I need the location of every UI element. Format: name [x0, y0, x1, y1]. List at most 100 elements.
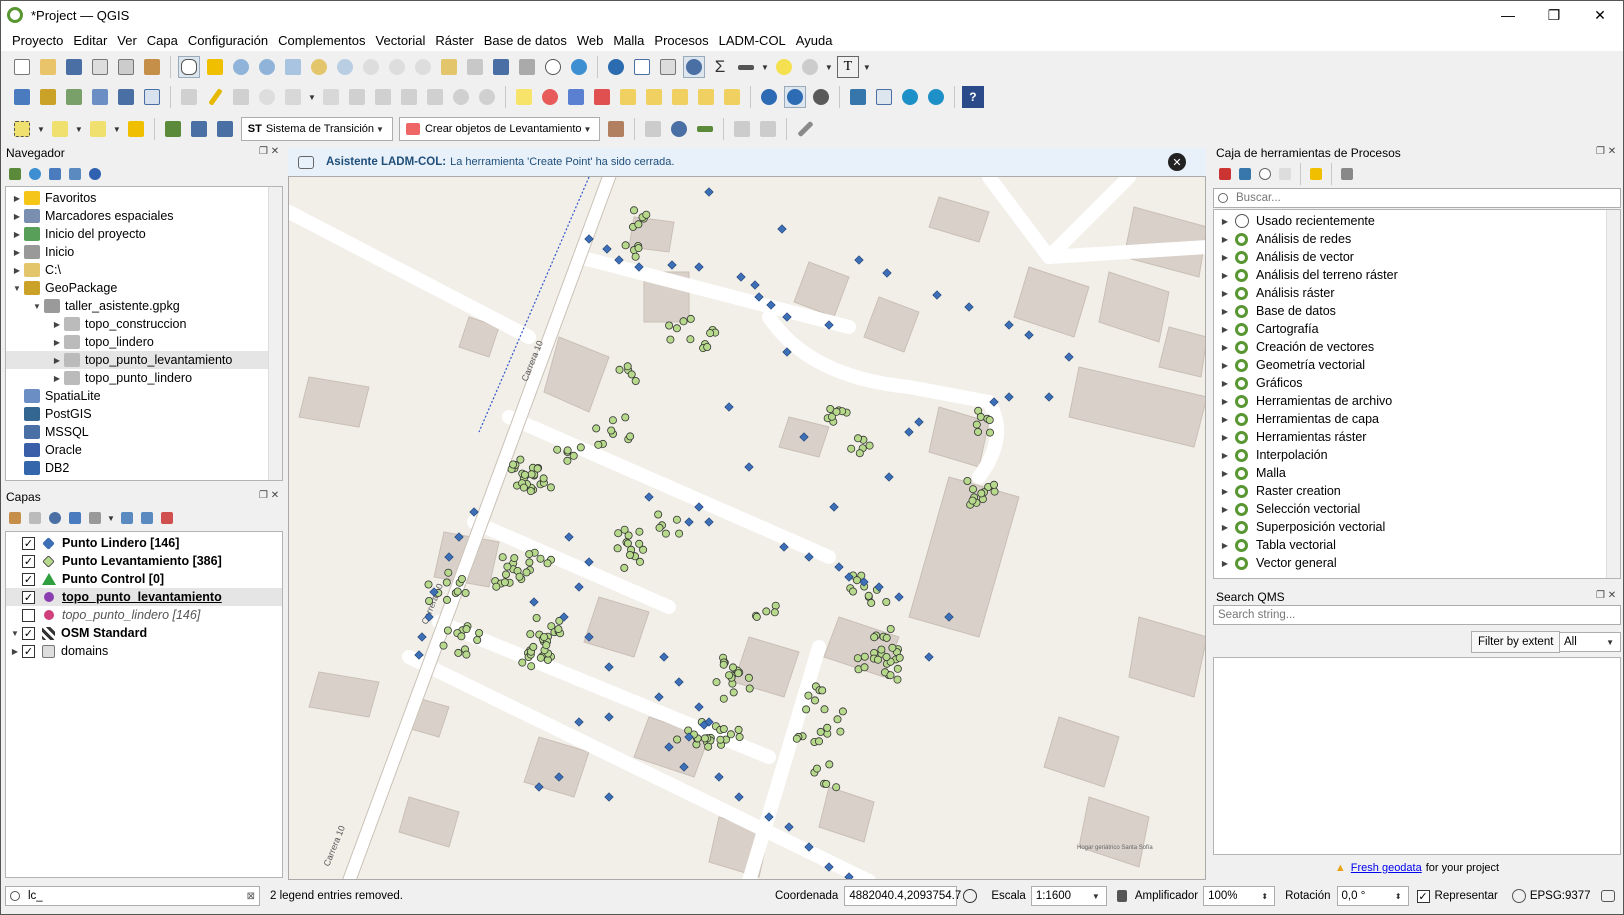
ladm-db-icon[interactable]	[162, 118, 184, 140]
wrench-icon[interactable]	[794, 118, 816, 140]
processing-provider-item[interactable]: ▶ Herramientas de archivo	[1214, 392, 1620, 410]
add-layer-icon[interactable]	[7, 163, 23, 185]
vertex-check-icon[interactable]	[694, 118, 716, 140]
map-canvas[interactable]: Carrera 10 Carrera 10 Carrera 10 Hogar g…	[288, 176, 1206, 880]
undo-icon[interactable]	[450, 86, 472, 108]
layer-item[interactable]: ✓ Punto Levantamiento [386]	[6, 552, 282, 570]
layer-item[interactable]: ✓ topo_punto_levantamiento	[6, 588, 282, 606]
processing-expand-arrow-icon[interactable]: ▶	[1218, 469, 1232, 478]
select-by-location-icon[interactable]	[799, 56, 821, 78]
expand-arrow-icon[interactable]: ▼	[30, 302, 44, 311]
menu-item-10[interactable]: Malla	[608, 33, 649, 48]
processing-expand-arrow-icon[interactable]: ▶	[1218, 451, 1232, 460]
layers-tree[interactable]: ✓ Punto Lindero [146] ✓ Punto Levantamiento…	[5, 531, 283, 878]
rotation-field[interactable]: 0,0 ° ⬍	[1336, 886, 1409, 906]
layer-visibility-checkbox[interactable]: ✓	[22, 554, 35, 568]
save-project-icon[interactable]	[63, 56, 85, 78]
processing-provider-item[interactable]: ▶ Análisis ráster	[1214, 284, 1620, 302]
copy-layer-icon[interactable]	[731, 118, 753, 140]
locator-input[interactable]: lc_ ⊠	[5, 886, 260, 906]
new-spatialite-layer-icon[interactable]	[89, 86, 111, 108]
navigator-item[interactable]: ▶ topo_lindero	[6, 333, 282, 351]
pin-labels-icon[interactable]	[617, 86, 639, 108]
processing-expand-arrow-icon[interactable]: ▶	[1218, 253, 1232, 262]
zoom-last-icon[interactable]	[386, 56, 408, 78]
python-scripts-icon[interactable]	[1237, 163, 1253, 185]
results-viewer-icon[interactable]	[1277, 163, 1293, 185]
render-checkbox[interactable]: ✓	[1416, 889, 1430, 903]
map-svg[interactable]: Carrera 10 Carrera 10 Carrera 10 Hogar g…	[289, 177, 1206, 880]
crs-label[interactable]: EPSG:9377	[1530, 890, 1591, 902]
navigator-item[interactable]: ▶ C:\	[6, 261, 282, 279]
processing-expand-arrow-icon[interactable]: ▶	[1218, 343, 1232, 352]
cut-features-icon[interactable]	[372, 86, 394, 108]
new-map-view-icon[interactable]	[438, 56, 460, 78]
qms-dock-button[interactable]: ❐ ✕	[1596, 590, 1616, 601]
plugin-gear-icon[interactable]	[899, 86, 921, 108]
new-project-icon[interactable]	[11, 56, 33, 78]
plugin-window-icon[interactable]	[873, 86, 895, 108]
zoom-to-layer-icon[interactable]	[334, 56, 356, 78]
zoom-in-icon[interactable]	[230, 56, 252, 78]
processing-expand-arrow-icon[interactable]: ▶	[1218, 235, 1232, 244]
vertex-tool-icon[interactable]	[282, 86, 304, 108]
menu-item-7[interactable]: Ráster	[430, 33, 478, 48]
navigator-item[interactable]: ▶ topo_construccion	[6, 315, 282, 333]
temporal-controller-icon[interactable]	[542, 56, 564, 78]
select-location-icon[interactable]	[125, 118, 147, 140]
processing-expand-arrow-icon[interactable]: ▶	[1218, 415, 1232, 424]
new-3d-view-icon[interactable]	[464, 56, 486, 78]
menu-item-0[interactable]: Proyecto	[7, 33, 68, 48]
delete-selected-icon[interactable]	[346, 86, 368, 108]
zoom-native-icon[interactable]	[360, 56, 382, 78]
menu-item-3[interactable]: Capa	[142, 33, 183, 48]
fresh-geodata-link[interactable]: Fresh geodata	[1351, 862, 1422, 874]
processing-toolbox-icon[interactable]	[683, 56, 705, 78]
maximize-button[interactable]: ❐	[1531, 1, 1577, 29]
navigator-item[interactable]: ▶ Favoritos	[6, 189, 282, 207]
move-label-icon[interactable]	[669, 86, 691, 108]
close-window-button[interactable]: ✕	[1577, 1, 1623, 29]
layer-expand-arrow-icon[interactable]: ▼	[8, 629, 22, 638]
processing-expand-arrow-icon[interactable]: ▶	[1218, 559, 1232, 568]
filter-browser-icon[interactable]	[47, 163, 63, 185]
select-features-icon[interactable]	[11, 118, 33, 140]
qms-icon[interactable]	[810, 86, 832, 108]
coordinate-toggle-icon[interactable]	[963, 889, 978, 903]
processing-provider-item[interactable]: ▶ Creación de vectores	[1214, 338, 1620, 356]
processing-provider-item[interactable]: ▶ Herramientas de capa	[1214, 410, 1620, 428]
processing-expand-arrow-icon[interactable]: ▶	[1218, 271, 1232, 280]
save-edits-icon[interactable]	[230, 86, 252, 108]
create-survey-objects-combo[interactable]: Crear objetos de Levantamiento ▼	[398, 117, 601, 141]
magnifier-field[interactable]: 100% ⬍	[1203, 886, 1276, 906]
navigator-item[interactable]: ▶ Marcadores espaciales	[6, 207, 282, 225]
menu-item-5[interactable]: Complementos	[273, 33, 370, 48]
navigator-item[interactable]: SpatiaLite	[6, 387, 282, 405]
map-tips-icon[interactable]	[773, 56, 795, 78]
navigator-item[interactable]: ▶ topo_punto_lindero	[6, 369, 282, 387]
remove-layer-icon[interactable]	[159, 507, 175, 529]
processing-expand-arrow-icon[interactable]: ▶	[1218, 487, 1232, 496]
zoom-full-icon[interactable]	[282, 56, 304, 78]
select-by-value-icon[interactable]	[49, 118, 71, 140]
menu-item-9[interactable]: Web	[572, 33, 609, 48]
layer-visibility-checkbox[interactable]	[22, 608, 35, 622]
paste-features-icon[interactable]	[424, 86, 446, 108]
processing-provider-item[interactable]: ▶ Análisis de redes	[1214, 230, 1620, 248]
navigator-dock-button[interactable]: ❐ ✕	[259, 146, 279, 157]
help-icon[interactable]: ?	[961, 86, 984, 108]
menu-item-8[interactable]: Base de datos	[479, 33, 572, 48]
expand-arrow-icon[interactable]: ▶	[10, 212, 24, 221]
close-message-button[interactable]: ✕	[1168, 153, 1186, 171]
manage-themes-icon[interactable]	[47, 507, 63, 529]
modify-attributes-icon[interactable]	[320, 86, 342, 108]
processing-expand-arrow-icon[interactable]: ▶	[1218, 289, 1232, 298]
layer-item[interactable]: ▼ ✓ OSM Standard	[6, 624, 282, 642]
processing-expand-arrow-icon[interactable]: ▶	[1218, 541, 1232, 550]
refresh-browser-icon[interactable]	[27, 163, 43, 185]
navigator-item[interactable]: DB2	[6, 459, 282, 477]
layer-item[interactable]: ✓ Punto Control [0]	[6, 570, 282, 588]
processing-search-input[interactable]: Buscar...	[1213, 188, 1621, 208]
collapse-all-icon[interactable]	[67, 163, 83, 185]
clear-locator-icon[interactable]: ⊠	[247, 891, 255, 902]
